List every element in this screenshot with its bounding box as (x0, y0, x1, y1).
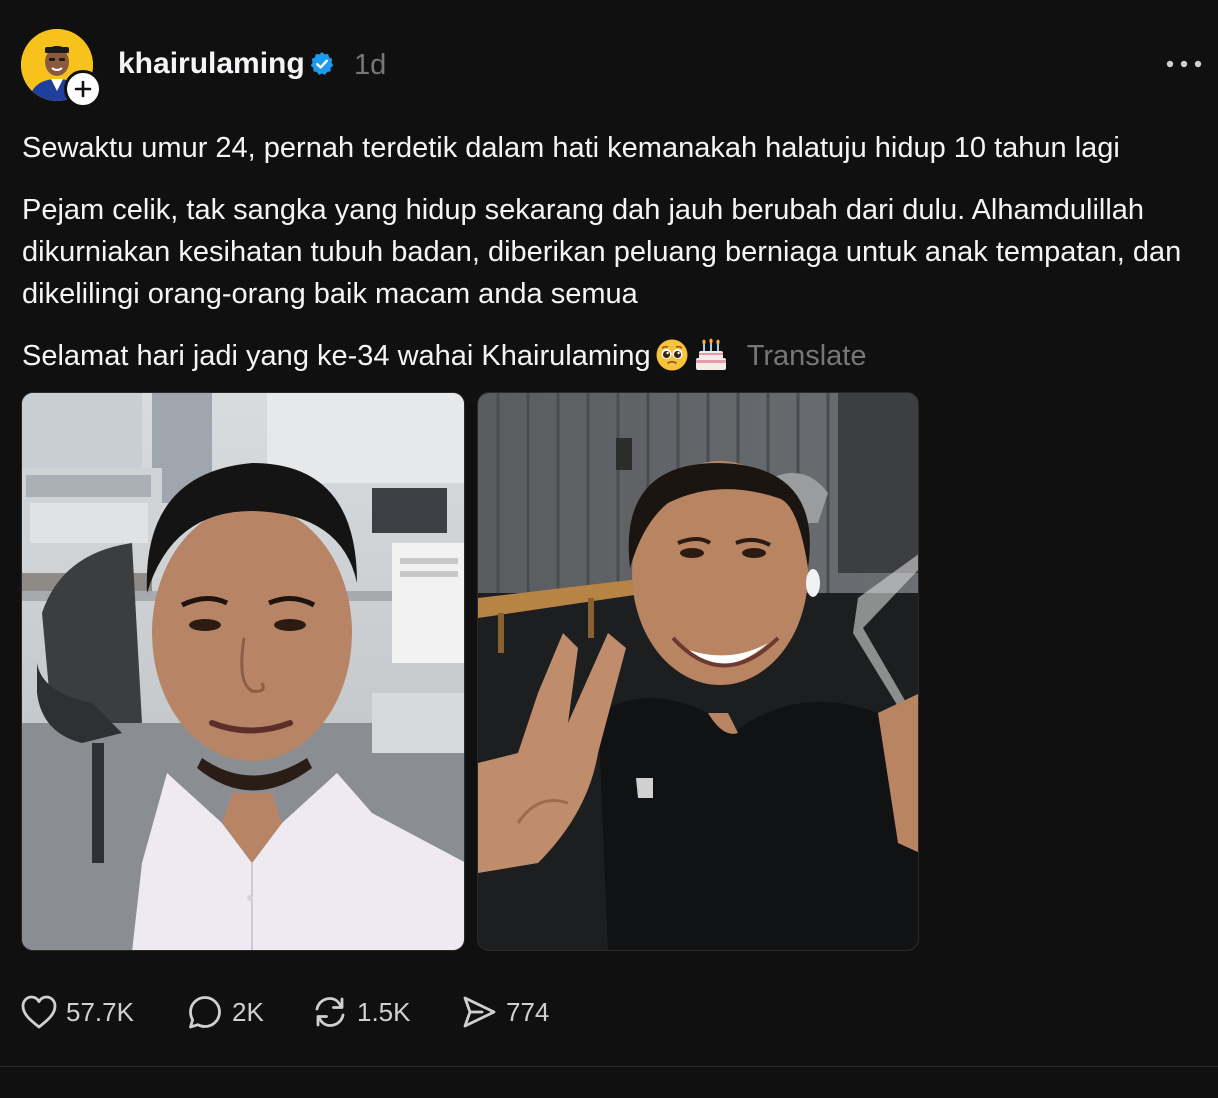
birthday-text: Selamat hari jadi yang ke-34 wahai Khair… (22, 340, 651, 372)
like-button[interactable]: 57.7K (20, 990, 134, 1034)
more-options-button[interactable] (1164, 52, 1204, 76)
pleading-face-icon (655, 338, 689, 384)
office-selfie-photo[interactable] (21, 392, 465, 951)
repost-icon (315, 997, 345, 1027)
follow-plus-button[interactable] (64, 70, 102, 108)
share-count: 774 (506, 997, 550, 1027)
comment-icon (189, 996, 221, 1029)
gym-selfie-photo[interactable] (477, 392, 919, 951)
post-text-paragraph-2: Pejam celik, tak sangka yang hidup sekar… (22, 194, 1182, 310)
birthday-cake-icon (693, 338, 729, 384)
verified-badge-icon (310, 52, 334, 75)
post-timestamp: 1d (354, 49, 387, 81)
send-icon (463, 996, 496, 1028)
post-divider (0, 1066, 1218, 1067)
like-count: 57.7K (66, 997, 134, 1027)
heart-icon (21, 995, 57, 1029)
repost-button[interactable]: 1.5K (311, 990, 411, 1034)
translate-link[interactable]: Translate (747, 340, 867, 372)
avatar[interactable] (21, 29, 102, 108)
reply-button[interactable]: 2K (186, 990, 264, 1034)
plus-icon (74, 80, 92, 98)
reply-count: 2K (232, 997, 264, 1027)
share-button[interactable]: 774 (460, 990, 549, 1034)
post-text-line-3: Selamat hari jadi yang ke-34 wahai Khair… (22, 335, 1202, 384)
post-text-line-1: Sewaktu umur 24, pernah terdetik dalam h… (22, 132, 1120, 164)
repost-count: 1.5K (357, 997, 411, 1027)
thread-post: khairulaming 1d Sewaktu umur 24, pernah … (0, 0, 1218, 1098)
username-link[interactable]: khairulaming (118, 46, 305, 82)
more-dots-icon (1166, 60, 1202, 68)
